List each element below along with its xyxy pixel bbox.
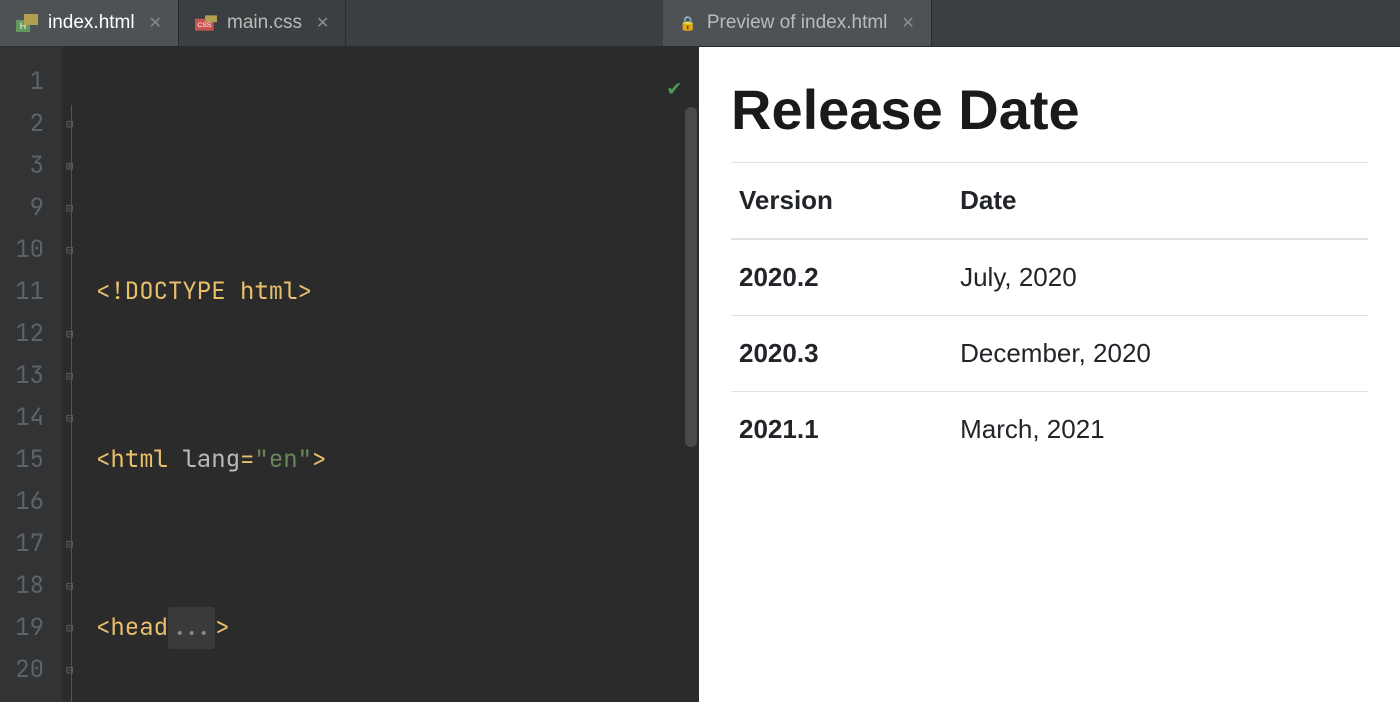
table-row: 2020.3 December, 2020	[731, 316, 1368, 392]
main-area: 1 2 3 9 10 11 12 13 14 15 16 17 18 19 20…	[0, 47, 1400, 702]
col-header-date: Date	[952, 163, 1368, 240]
tab-bar: H index.html ✕ CSS main.css ✕ 🔒 Preview …	[0, 0, 1400, 47]
tab-label: main.css	[227, 12, 302, 34]
fold-marker-icon: ⊟	[62, 229, 96, 271]
fold-column[interactable]: ⊟ ⊞ ⊟ ⊟ ⊟ ⊟ ⊟ ⊟ ⊟ ⊟ ⊟	[62, 47, 96, 702]
tab-label: Preview of index.html	[707, 12, 888, 34]
release-table: Version Date 2020.2 July, 2020 2020.3 De…	[731, 162, 1368, 467]
tab-bar-spacer	[932, 0, 1400, 46]
fold-end-icon: ⊟	[62, 565, 96, 607]
code-line: <!DOCTYPE html>	[96, 271, 699, 313]
table-row: 2020.2 July, 2020	[731, 239, 1368, 316]
close-icon[interactable]: ✕	[901, 13, 914, 33]
fold-marker-icon: ⊟	[62, 649, 96, 691]
code-area[interactable]: ✔ <!DOCTYPE html> <html lang="en"> <head…	[96, 47, 699, 702]
preview-pane[interactable]: Release Date Version Date 2020.2 July, 2…	[699, 47, 1400, 702]
svg-text:CSS: CSS	[197, 22, 211, 29]
cell-version: 2021.1	[731, 392, 952, 468]
fold-marker-icon: ⊟	[62, 355, 96, 397]
lock-icon: 🔒	[679, 15, 696, 32]
editor-pane[interactable]: 1 2 3 9 10 11 12 13 14 15 16 17 18 19 20…	[0, 47, 699, 702]
cell-date: July, 2020	[952, 239, 1368, 316]
close-icon[interactable]: ✕	[149, 13, 162, 33]
cell-date: December, 2020	[952, 316, 1368, 392]
table-row: 2021.1 March, 2021	[731, 392, 1368, 468]
fold-marker-icon: ⊟	[62, 103, 96, 145]
cell-version: 2020.3	[731, 316, 952, 392]
tab-label: index.html	[48, 12, 135, 34]
fold-marker-icon: ⊟	[62, 187, 96, 229]
close-icon[interactable]: ✕	[316, 13, 329, 33]
fold-end-icon: ⊟	[62, 523, 96, 565]
fold-marker-icon: ⊟	[62, 607, 96, 649]
html-file-icon: H	[16, 12, 38, 34]
inspection-ok-icon[interactable]: ✔	[668, 67, 681, 109]
page-title: Release Date	[731, 77, 1368, 142]
code-line: <head...>	[96, 607, 699, 649]
tab-main-css[interactable]: CSS main.css ✕	[179, 0, 346, 46]
code-line: <html lang="en">	[96, 439, 699, 481]
tab-index-html[interactable]: H index.html ✕	[0, 0, 179, 46]
css-file-icon: CSS	[195, 12, 217, 34]
cell-version: 2020.2	[731, 239, 952, 316]
line-number-gutter: 1 2 3 9 10 11 12 13 14 15 16 17 18 19 20	[0, 47, 62, 702]
cell-date: March, 2021	[952, 392, 1368, 468]
table-header-row: Version Date	[731, 163, 1368, 240]
tab-preview[interactable]: 🔒 Preview of index.html ✕	[663, 0, 931, 46]
fold-expand-icon: ⊞	[62, 145, 96, 187]
col-header-version: Version	[731, 163, 952, 240]
fold-marker-icon: ⊟	[62, 397, 96, 439]
tab-bar-spacer	[346, 0, 663, 46]
scrollbar[interactable]	[685, 107, 697, 447]
fold-marker-icon: ⊟	[62, 313, 96, 355]
